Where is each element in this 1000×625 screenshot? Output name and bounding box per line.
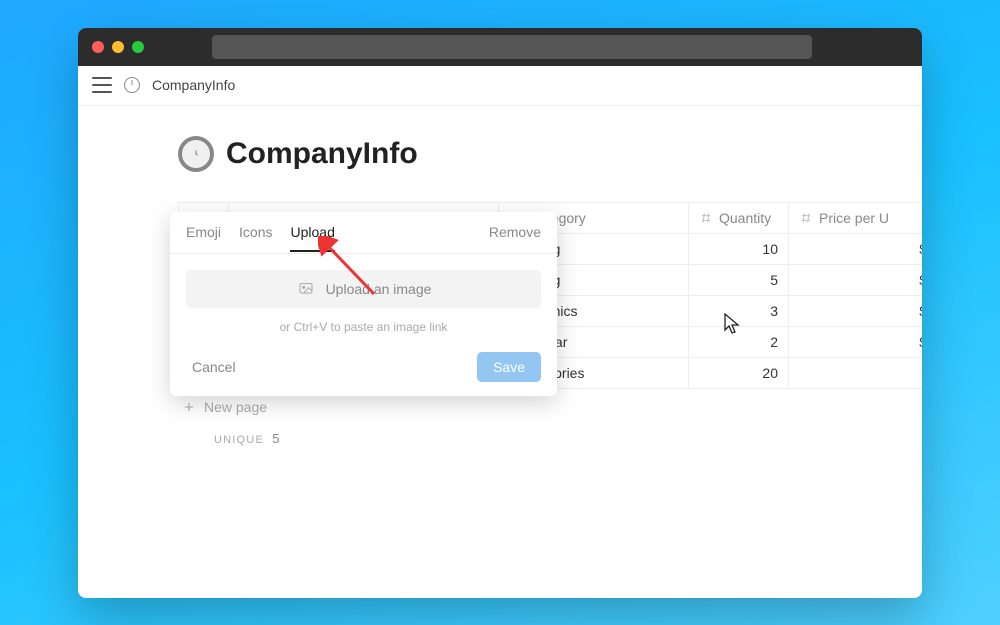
cell-price[interactable]: [789, 357, 923, 388]
close-window-icon[interactable]: [92, 41, 104, 53]
tab-icons[interactable]: Icons: [239, 214, 272, 250]
page-title-row: CompanyInfo: [178, 136, 882, 172]
plus-icon: [182, 400, 196, 414]
column-header-price[interactable]: Price per U: [789, 202, 923, 233]
cell-price[interactable]: $: [789, 295, 923, 326]
tab-emoji[interactable]: Emoji: [186, 214, 221, 250]
minimize-window-icon[interactable]: [112, 41, 124, 53]
unique-label: unique: [214, 434, 264, 446]
popover-footer: Cancel Save: [170, 342, 557, 396]
maximize-window-icon[interactable]: [132, 41, 144, 53]
titlebar: [78, 28, 922, 66]
traffic-lights: [92, 41, 144, 53]
cell-quantity[interactable]: 20: [689, 357, 789, 388]
column-label: Quantity: [719, 210, 771, 226]
upload-image-button[interactable]: Upload an image: [186, 270, 541, 308]
clock-icon: [124, 77, 140, 93]
unique-summary: unique 5: [178, 425, 882, 446]
menu-icon[interactable]: [92, 77, 112, 93]
cell-price[interactable]: $: [789, 233, 923, 264]
column-header-quantity[interactable]: Quantity: [689, 202, 789, 233]
unique-value: 5: [272, 431, 279, 446]
column-label: Price per U: [819, 210, 889, 226]
page-title: CompanyInfo: [226, 137, 418, 171]
upload-hint: or Ctrl+V to paste an image link: [186, 320, 541, 334]
popover-tabs: Emoji Icons Upload Remove: [170, 212, 557, 254]
remove-icon-button[interactable]: Remove: [489, 224, 541, 240]
cell-quantity[interactable]: 5: [689, 264, 789, 295]
top-nav: CompanyInfo: [78, 66, 922, 106]
new-page-label: New page: [204, 399, 267, 415]
cell-quantity[interactable]: 10: [689, 233, 789, 264]
breadcrumb[interactable]: CompanyInfo: [152, 77, 235, 93]
cell-price[interactable]: $: [789, 326, 923, 357]
cell-quantity[interactable]: 3: [689, 295, 789, 326]
icon-picker-popover: Emoji Icons Upload Remove Upload an imag…: [170, 212, 557, 396]
save-button[interactable]: Save: [477, 352, 541, 382]
page-icon[interactable]: [178, 136, 214, 172]
image-icon: [296, 281, 316, 297]
popover-body: Upload an image or Ctrl+V to paste an im…: [170, 254, 557, 342]
cancel-button[interactable]: Cancel: [192, 359, 236, 375]
cell-quantity[interactable]: 2: [689, 326, 789, 357]
url-bar[interactable]: [212, 35, 812, 59]
tab-upload[interactable]: Upload: [290, 214, 334, 252]
app-window: CompanyInfo CompanyInfo Name Category: [78, 28, 922, 598]
cell-price[interactable]: $: [789, 264, 923, 295]
upload-label: Upload an image: [326, 281, 432, 297]
